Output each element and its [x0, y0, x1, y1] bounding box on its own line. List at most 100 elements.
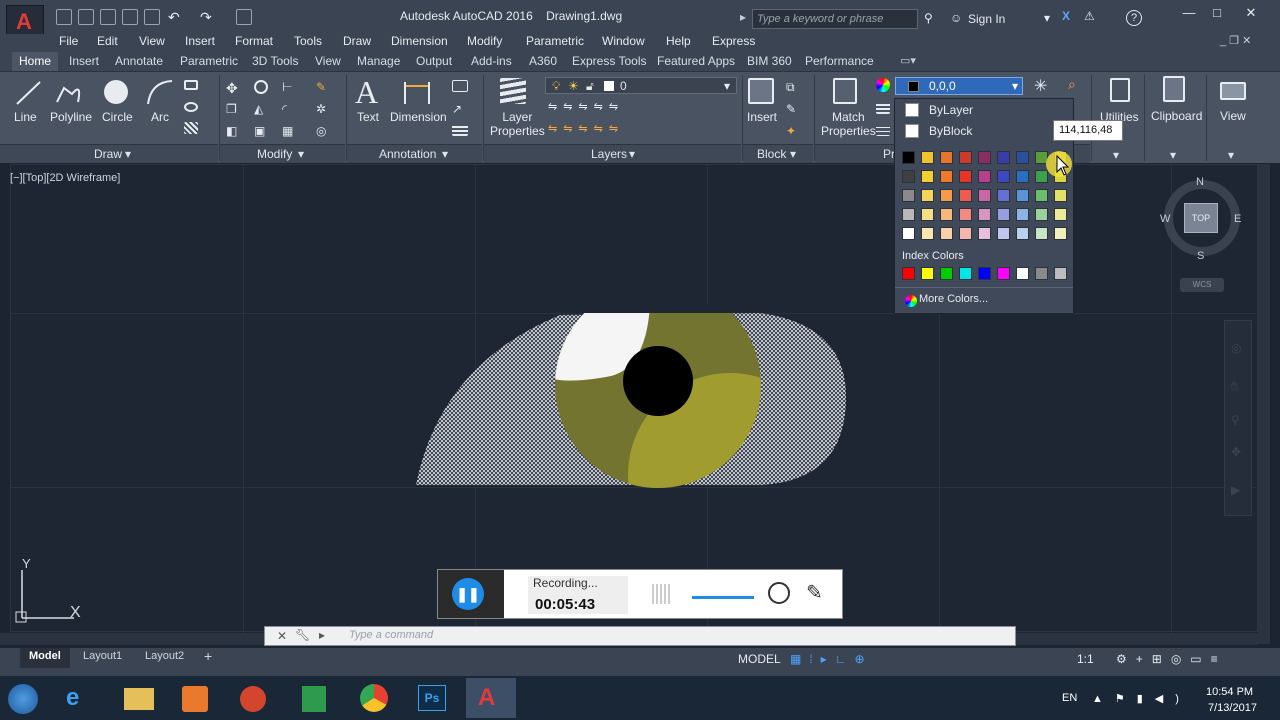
menu-insert[interactable]: Insert	[185, 34, 215, 48]
color-swatch[interactable]	[1016, 189, 1029, 202]
webcam-icon[interactable]	[768, 582, 790, 604]
color-swatch[interactable]	[921, 189, 934, 202]
layer-dropdown[interactable]: 💡︎ ☀ 🔓︎ 0 ▾	[545, 77, 737, 94]
maximize-icon[interactable]: □	[1208, 6, 1226, 20]
index-color-swatch[interactable]	[1054, 267, 1067, 280]
index-color-swatch[interactable]	[921, 267, 934, 280]
match-properties-icon[interactable]	[833, 78, 857, 104]
color-swatch[interactable]	[902, 151, 915, 164]
color-swatch[interactable]	[1054, 227, 1067, 240]
tab-home[interactable]: Home	[12, 52, 58, 71]
wcs-menu[interactable]: WCS	[1180, 278, 1224, 292]
color-swatch[interactable]	[902, 189, 915, 202]
color-swatch[interactable]	[1035, 208, 1048, 221]
color-swatch[interactable]	[902, 170, 915, 183]
tab-manage[interactable]: Manage	[357, 54, 400, 68]
showmotion-icon[interactable]: ▶	[1231, 483, 1240, 497]
vertical-scrollbar[interactable]	[1258, 164, 1270, 644]
menu-file[interactable]: File	[59, 34, 78, 48]
tab-add-ins[interactable]: Add-ins	[471, 54, 512, 68]
doc-window-controls[interactable]: _ ❐ ✕	[1220, 34, 1251, 47]
orbit-icon[interactable]: ✥	[1231, 445, 1241, 459]
color-swatch[interactable]	[921, 151, 934, 164]
line-button[interactable]: Line	[14, 110, 37, 124]
menu-parametric[interactable]: Parametric	[526, 34, 584, 48]
arc-icon[interactable]	[145, 78, 175, 108]
modify-panel-bar[interactable]: Modify ▾	[220, 144, 345, 163]
color-wheel-icon[interactable]	[876, 78, 890, 92]
command-line[interactable]: ✕ 🔧︎ ▸ Type a command	[264, 626, 1016, 646]
color-swatch[interactable]	[978, 227, 991, 240]
menu-view[interactable]: View	[139, 34, 165, 48]
circle-button[interactable]: Circle	[102, 110, 133, 124]
linetype-icon[interactable]	[876, 124, 890, 136]
menu-window[interactable]: Window	[602, 34, 645, 48]
tab-a360[interactable]: A360	[529, 54, 557, 68]
viewcube-top[interactable]: TOP	[1184, 203, 1218, 233]
color-swatch[interactable]	[1016, 151, 1029, 164]
calculator-icon[interactable]	[1110, 78, 1130, 102]
move-icon[interactable]: ✥	[226, 80, 240, 96]
color-swatch[interactable]	[997, 170, 1010, 183]
sign-in-link[interactable]: Sign In	[968, 12, 1005, 26]
compass-n[interactable]: N	[1196, 176, 1204, 188]
stretch-icon[interactable]: ◧	[226, 124, 240, 138]
viewcube[interactable]: TOP N S W E WCS	[1160, 176, 1244, 292]
search-expand-icon[interactable]: ▸	[740, 10, 746, 24]
menu-help[interactable]: Help	[666, 34, 691, 48]
color-swatch[interactable]	[959, 227, 972, 240]
color-swatch[interactable]	[978, 189, 991, 202]
group-icon[interactable]: ✳	[1034, 76, 1047, 96]
circle-icon[interactable]	[101, 78, 131, 108]
clipboard-button[interactable]: Clipboard	[1151, 109, 1202, 123]
tab-annotate[interactable]: Annotate	[115, 54, 163, 68]
tab-featured-apps[interactable]: Featured Apps	[657, 54, 735, 68]
compass-e[interactable]: E	[1234, 213, 1241, 225]
color-swatch[interactable]	[921, 208, 934, 221]
color-swatch[interactable]	[940, 227, 953, 240]
color-swatch[interactable]	[902, 208, 915, 221]
menu-edit[interactable]: Edit	[97, 34, 118, 48]
zoom-icon[interactable]: ⚲	[1231, 413, 1240, 427]
index-color-swatch[interactable]	[959, 267, 972, 280]
array-icon[interactable]: ▦	[282, 124, 296, 138]
color-swatch[interactable]	[902, 227, 915, 240]
color-swatch[interactable]	[940, 170, 953, 183]
save-icon[interactable]	[100, 9, 116, 25]
menu-format[interactable]: Format	[235, 34, 273, 48]
compass-w[interactable]: W	[1160, 213, 1170, 225]
menu-dimension[interactable]: Dimension	[391, 34, 448, 48]
tray-icons[interactable]: ▲⚑▮◀)	[1092, 692, 1191, 705]
volume-slider[interactable]	[692, 596, 754, 599]
steeringwheel-icon[interactable]: ◎	[1231, 341, 1241, 355]
tab-3d-tools[interactable]: 3D Tools	[252, 54, 298, 68]
text-button[interactable]: Text	[357, 110, 379, 124]
color-swatch[interactable]	[997, 227, 1010, 240]
layer-properties-button[interactable]: Layer Properties	[490, 110, 545, 138]
undo-icon[interactable]: ↶	[168, 9, 180, 26]
new-icon[interactable]	[56, 9, 72, 25]
command-prompt-icon[interactable]: ▸	[319, 628, 325, 642]
color-swatch[interactable]	[940, 151, 953, 164]
offset-icon[interactable]: ◎	[316, 124, 330, 138]
copy-icon[interactable]: ❐	[226, 102, 240, 116]
color-swatch[interactable]	[1016, 208, 1029, 221]
color-swatch[interactable]	[1054, 208, 1067, 221]
color-swatch[interactable]	[997, 189, 1010, 202]
status-toggle-icons[interactable]: ▦⁞▸∟⊕	[790, 652, 873, 666]
wrench-icon[interactable]: 🔧︎	[295, 628, 310, 642]
user-icon[interactable]: ☺	[950, 11, 962, 25]
dimension-icon[interactable]	[402, 78, 432, 108]
chevron-down-icon[interactable]: ▾	[1044, 11, 1050, 25]
color-swatch[interactable]	[1016, 227, 1029, 240]
tab-layout1[interactable]: Layout1	[83, 650, 122, 662]
tab-view[interactable]: View	[315, 54, 341, 68]
ribbon-options-icon[interactable]: ▭▾	[900, 54, 916, 67]
plot-icon[interactable]	[144, 9, 160, 25]
save-as-icon[interactable]	[122, 9, 138, 25]
select-icon[interactable]: ⌕	[1068, 76, 1076, 93]
index-color-swatch[interactable]	[1035, 267, 1048, 280]
color-swatch[interactable]	[1035, 227, 1048, 240]
open-icon[interactable]	[78, 9, 94, 25]
color-swatch[interactable]	[959, 208, 972, 221]
